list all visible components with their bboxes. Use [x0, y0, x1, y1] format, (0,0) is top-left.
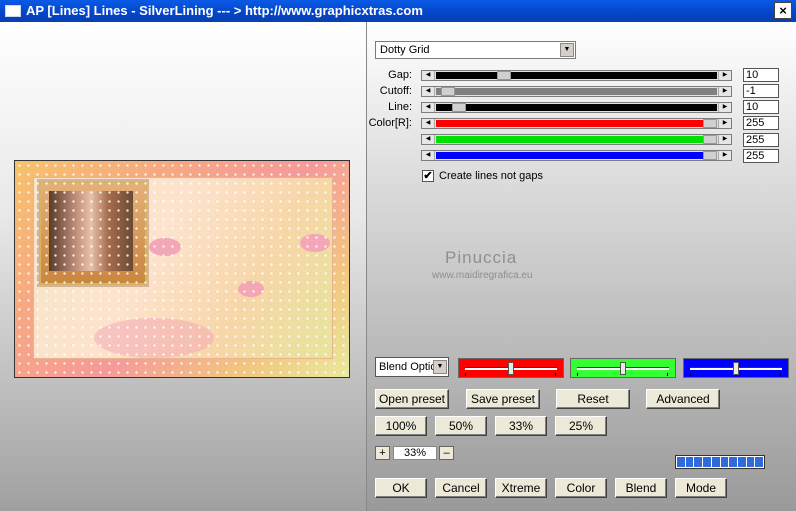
- param-slider[interactable]: ◀ ▶: [421, 102, 732, 113]
- arrow-left-icon[interactable]: ◀: [422, 87, 435, 96]
- create-lines-label: Create lines not gaps: [439, 170, 543, 182]
- arrow-left-icon[interactable]: ◀: [422, 103, 435, 112]
- progress-bar: [675, 455, 765, 469]
- slider-thumb[interactable]: [703, 119, 717, 128]
- slider-thumb[interactable]: [497, 71, 511, 80]
- zoom-in-button[interactable]: +: [375, 446, 390, 460]
- zoom-33-button[interactable]: 33%: [495, 416, 547, 436]
- close-button[interactable]: ×: [774, 2, 792, 19]
- arrow-left-icon[interactable]: ◀: [422, 135, 435, 144]
- blend-color-slider[interactable]: [683, 358, 789, 378]
- progress-segment: [720, 457, 729, 467]
- dotty-grid-overlay: [15, 161, 349, 377]
- advanced-button[interactable]: Advanced: [646, 389, 720, 409]
- chevron-down-icon[interactable]: ▼: [560, 43, 574, 57]
- cancel-button[interactable]: Cancel: [435, 478, 487, 498]
- slider-thumb[interactable]: [452, 103, 466, 112]
- slider-tick: [577, 373, 578, 376]
- slider-tick: [780, 373, 781, 376]
- save-preset-button[interactable]: Save preset: [466, 389, 540, 409]
- param-value-field[interactable]: 10: [743, 68, 779, 82]
- arrow-right-icon[interactable]: ▶: [718, 103, 731, 112]
- mode-button[interactable]: Mode: [675, 478, 727, 498]
- param-label: Line:: [388, 101, 412, 113]
- param-slider[interactable]: ◀ ▶: [421, 70, 732, 81]
- preview-image[interactable]: [14, 160, 350, 378]
- ok-button[interactable]: OK: [375, 478, 427, 498]
- blend-options-value: Blend Options: [379, 361, 433, 373]
- effect-select-value: Dotty Grid: [380, 44, 430, 56]
- progress-segment: [755, 457, 764, 467]
- param-value-field[interactable]: 255: [743, 133, 779, 147]
- param-value-field[interactable]: 255: [743, 149, 779, 163]
- zoom-out-button[interactable]: –: [439, 446, 454, 460]
- slider-track: [436, 104, 717, 111]
- effect-select[interactable]: Dotty Grid ▼: [375, 41, 576, 59]
- watermark-url: www.maidiregrafica.eu: [432, 270, 533, 281]
- chevron-down-icon[interactable]: ▼: [433, 360, 447, 374]
- progress-segment: [729, 457, 737, 467]
- slider-thumb[interactable]: [703, 151, 717, 160]
- title-bar: AP [Lines] Lines - SilverLining --- > ht…: [0, 0, 796, 22]
- xtreme-button[interactable]: Xtreme: [495, 478, 547, 498]
- param-value-field[interactable]: 255: [743, 116, 779, 130]
- slider-tick: [465, 373, 466, 376]
- slider-thumb[interactable]: [620, 362, 626, 375]
- arrow-right-icon[interactable]: ▶: [718, 151, 731, 160]
- param-label: Color[R]:: [368, 117, 412, 129]
- window-icon: [5, 5, 21, 17]
- progress-segment: [703, 457, 711, 467]
- zoom-level-field[interactable]: 33%: [393, 446, 437, 460]
- slider-thumb[interactable]: [733, 362, 739, 375]
- arrow-right-icon[interactable]: ▶: [718, 135, 731, 144]
- progress-segment: [711, 457, 720, 467]
- blend-color-slider[interactable]: [458, 358, 564, 378]
- param-label: Cutoff:: [379, 85, 412, 97]
- reset-button[interactable]: Reset: [556, 389, 630, 409]
- arrow-left-icon[interactable]: ◀: [422, 151, 435, 160]
- slider-track: [436, 120, 717, 127]
- param-slider[interactable]: ◀ ▶: [421, 150, 732, 161]
- zoom-50-button[interactable]: 50%: [435, 416, 487, 436]
- arrow-left-icon[interactable]: ◀: [422, 71, 435, 80]
- param-value-field[interactable]: 10: [743, 100, 779, 114]
- slider-thumb[interactable]: [703, 135, 717, 144]
- param-slider[interactable]: ◀ ▶: [421, 118, 732, 129]
- slider-tick: [690, 373, 691, 376]
- progress-segment: [746, 457, 755, 467]
- watermark-text: Pinuccia: [445, 248, 518, 267]
- slider-track: [436, 136, 717, 143]
- slider-track: [436, 152, 717, 159]
- slider-tick: [667, 373, 668, 376]
- arrow-left-icon[interactable]: ◀: [422, 119, 435, 128]
- blend-color-slider[interactable]: [570, 358, 676, 378]
- progress-segment: [677, 457, 685, 467]
- arrow-right-icon[interactable]: ▶: [718, 71, 731, 80]
- progress-segment: [737, 457, 746, 467]
- param-slider[interactable]: ◀ ▶: [421, 134, 732, 145]
- preview-pane: [0, 22, 367, 511]
- create-lines-checkbox[interactable]: ✔: [422, 170, 434, 182]
- param-slider[interactable]: ◀ ▶: [421, 86, 732, 97]
- window-title: AP [Lines] Lines - SilverLining --- > ht…: [26, 3, 423, 18]
- slider-track: [436, 72, 717, 79]
- color-button[interactable]: Color: [555, 478, 607, 498]
- blend-options-select[interactable]: Blend Options ▼: [375, 357, 449, 377]
- arrow-right-icon[interactable]: ▶: [718, 87, 731, 96]
- open-preset-button[interactable]: Open preset: [375, 389, 449, 409]
- arrow-right-icon[interactable]: ▶: [718, 119, 731, 128]
- slider-thumb[interactable]: [508, 362, 514, 375]
- slider-thumb[interactable]: [441, 87, 455, 96]
- param-value-field[interactable]: -1: [743, 84, 779, 98]
- slider-track: [436, 88, 717, 95]
- slider-tick: [555, 373, 556, 376]
- progress-segment: [694, 457, 703, 467]
- param-label: Gap:: [388, 69, 412, 81]
- zoom-100-button[interactable]: 100%: [375, 416, 427, 436]
- zoom-25-button[interactable]: 25%: [555, 416, 607, 436]
- blend-button[interactable]: Blend: [615, 478, 667, 498]
- progress-segment: [685, 457, 694, 467]
